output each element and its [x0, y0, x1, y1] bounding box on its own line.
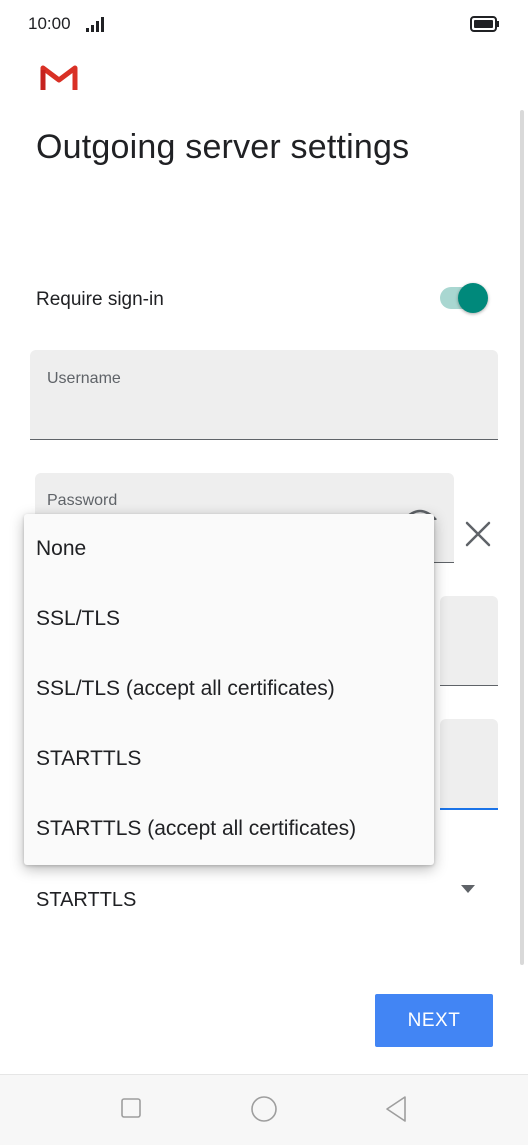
- menu-item-ssl-tls[interactable]: SSL/TLS: [24, 584, 434, 654]
- port-field[interactable]: [440, 596, 498, 686]
- security-type-menu: None SSL/TLS SSL/TLS (accept all certifi…: [24, 514, 434, 865]
- authentication-field[interactable]: [440, 719, 498, 810]
- gmail-logo-icon: [40, 65, 78, 90]
- page-title: Outgoing server settings: [36, 128, 410, 166]
- toggle-thumb[interactable]: [458, 283, 488, 313]
- security-type-value[interactable]: STARTTLS: [36, 889, 136, 912]
- home-icon[interactable]: [250, 1095, 278, 1123]
- close-icon[interactable]: [462, 518, 494, 550]
- require-signin-label: Require sign-in: [36, 289, 164, 310]
- chevron-down-icon[interactable]: [460, 884, 476, 894]
- menu-item-ssl-tls-accept-all[interactable]: SSL/TLS (accept all certificates): [24, 654, 434, 724]
- scrollbar[interactable]: [520, 110, 524, 965]
- signal-icon: [86, 17, 104, 32]
- status-time: 10:00: [28, 14, 71, 33]
- username-label: Username: [47, 370, 121, 387]
- username-field[interactable]: [30, 350, 498, 440]
- menu-item-starttls[interactable]: STARTTLS: [24, 724, 434, 794]
- menu-item-starttls-accept-all[interactable]: STARTTLS (accept all certificates): [24, 794, 434, 864]
- battery-icon: [470, 16, 499, 32]
- next-button[interactable]: NEXT: [375, 994, 493, 1047]
- menu-item-none[interactable]: None: [24, 514, 434, 584]
- password-label: Password: [47, 492, 118, 509]
- recent-apps-icon[interactable]: [121, 1098, 141, 1118]
- back-icon[interactable]: [384, 1095, 408, 1123]
